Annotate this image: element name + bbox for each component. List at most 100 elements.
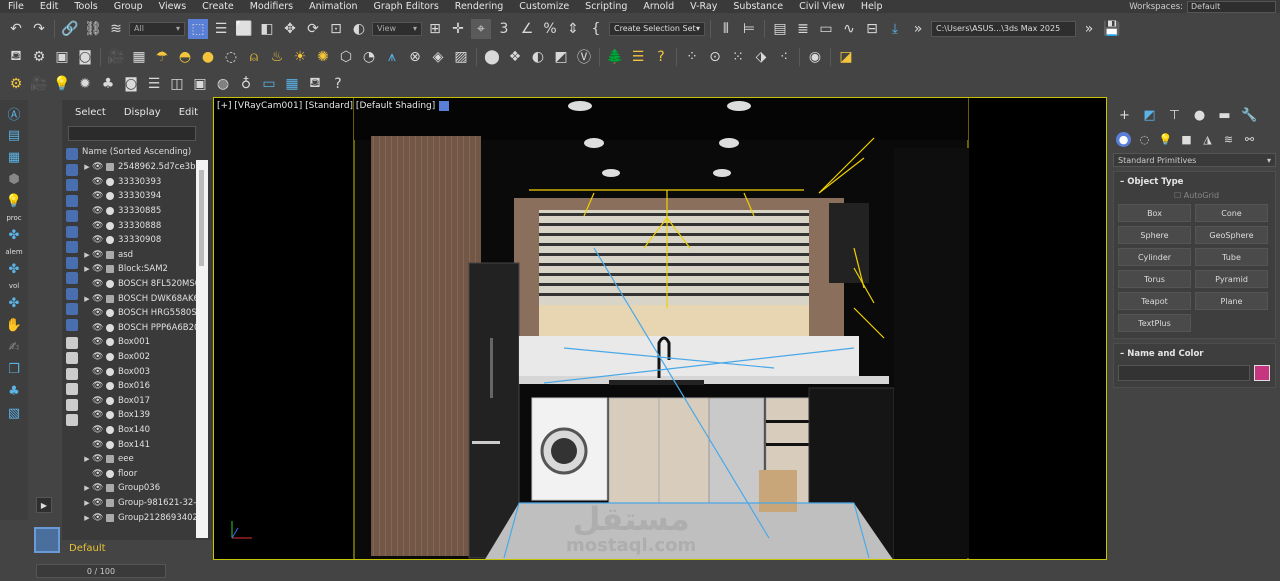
visibility-eye-icon[interactable]: 👁 <box>92 177 104 187</box>
arnold-list-icon[interactable]: ☰ <box>144 74 164 94</box>
toggle-ribbon-icon[interactable]: ▭ <box>816 19 836 39</box>
expand-arrow-icon[interactable]: ▶ <box>82 265 92 273</box>
mirror-icon[interactable]: ⫴ <box>716 19 736 39</box>
viewport[interactable]: [+] [VRayCam001] [Standard] [Default Sha… <box>213 97 1107 560</box>
visibility-eye-icon[interactable]: 👁 <box>92 469 104 479</box>
tree-icon[interactable]: ♣ <box>4 382 24 400</box>
vray-material-icon[interactable]: ◐ <box>528 47 548 67</box>
selection-filter-dropdown[interactable]: All ▾ <box>129 21 185 36</box>
tab-edit[interactable]: Edit <box>179 107 198 118</box>
scene-row[interactable]: ▶ 👁 Group036 <box>82 481 208 496</box>
scrollbar-thumb[interactable] <box>199 170 204 266</box>
visibility-eye-icon[interactable]: 👁 <box>92 294 104 304</box>
unlink-icon[interactable]: ⛓ <box>83 19 103 39</box>
arnold-material-icon[interactable]: ◙ <box>121 74 141 94</box>
menu-substance[interactable]: Substance <box>725 1 791 12</box>
menu-tools[interactable]: Tools <box>66 1 105 12</box>
name-and-color-title[interactable]: – Name and Color <box>1114 344 1275 363</box>
cylinder-button[interactable]: Cylinder <box>1118 248 1191 266</box>
schematic-view-icon[interactable]: ⊟ <box>862 19 882 39</box>
motion-tab-icon[interactable]: ● <box>1191 107 1208 124</box>
menu-scripting[interactable]: Scripting <box>577 1 635 12</box>
play-animation-icon[interactable]: ▶ <box>36 497 52 513</box>
group-tool-icon[interactable]: ▦ <box>4 148 24 166</box>
light-tool-icon[interactable]: 💡 <box>4 192 24 210</box>
vray-dome-light-icon[interactable]: ◓ <box>175 47 195 67</box>
container-icon[interactable]: ❐ <box>4 360 24 378</box>
scene-row[interactable]: 👁 BOSCH HRG5580S <box>82 306 208 321</box>
visibility-eye-icon[interactable]: 👁 <box>92 483 104 493</box>
expand-arrow-icon[interactable]: ▶ <box>82 295 92 303</box>
visibility-eye-icon[interactable]: 👁 <box>92 440 104 450</box>
visibility-eye-icon[interactable]: 👁 <box>92 352 104 362</box>
geometry-icon[interactable]: ● <box>1116 132 1131 147</box>
object-color-swatch[interactable] <box>1254 365 1270 381</box>
display-cameras-icon[interactable] <box>66 194 78 207</box>
scene-row[interactable]: 👁 Box140 <box>82 423 208 438</box>
snaps-toggle-icon[interactable]: 3 <box>494 19 514 39</box>
workspaces-dropdown[interactable]: Default <box>1187 0 1276 13</box>
display-spacewarps-icon[interactable] <box>66 225 78 238</box>
arnold-ipr-icon[interactable]: 🎥 <box>29 74 49 94</box>
vray-sphere-icon[interactable]: ⬤ <box>482 47 502 67</box>
display-geometry-icon[interactable] <box>66 148 78 160</box>
overflow-icon[interactable]: » <box>908 19 928 39</box>
current-layer-box[interactable] <box>34 527 60 553</box>
menu-group[interactable]: Group <box>106 1 151 12</box>
visibility-eye-icon[interactable]: 👁 <box>92 498 104 508</box>
railclone-icon[interactable]: ⁘ <box>682 47 702 67</box>
rectangular-selection-icon[interactable]: ⬜ <box>234 19 254 39</box>
helpers-icon[interactable]: ◮ <box>1200 132 1215 147</box>
arnold-mat-ball-icon[interactable]: ◍ <box>213 74 233 94</box>
display-hidden-icon[interactable] <box>66 318 78 331</box>
expand-arrow-icon[interactable]: ▶ <box>82 484 92 492</box>
utilities-tab-icon[interactable]: 🔧 <box>1241 107 1258 124</box>
time-slider[interactable]: 0 / 100 <box>36 564 166 578</box>
percent-snap-icon[interactable]: % <box>540 19 560 39</box>
forest-pack-icon[interactable]: 🌲 <box>605 47 625 67</box>
pyramid-button[interactable]: Pyramid <box>1195 270 1268 288</box>
curve-editor-icon[interactable]: ∿ <box>839 19 859 39</box>
bind-spacewarp-icon[interactable]: ≋ <box>106 19 126 39</box>
menu-customize[interactable]: Customize <box>511 1 577 12</box>
place-icon[interactable]: ◐ <box>349 19 369 39</box>
cube-icon[interactable]: ⬢ <box>4 170 24 188</box>
railclone-style-icon[interactable]: ⁙ <box>728 47 748 67</box>
arnold-sphere-icon[interactable]: ◫ <box>167 74 187 94</box>
geosphere-button[interactable]: GeoSphere <box>1195 226 1268 244</box>
arnold-render-icon[interactable]: ⚙ <box>6 74 26 94</box>
vray-scatter-icon[interactable]: ❖ <box>505 47 525 67</box>
corona-icon[interactable]: ◉ <box>805 47 825 67</box>
teapot-button[interactable]: Teapot <box>1118 292 1191 310</box>
object-type-title[interactable]: – Object Type <box>1114 172 1275 191</box>
forest-help-icon[interactable]: ? <box>651 47 671 67</box>
select-rotate-icon[interactable]: ⟳ <box>303 19 323 39</box>
create-tab-icon[interactable]: + <box>1116 107 1133 124</box>
arnold-help-icon[interactable]: ? <box>328 74 348 94</box>
spinner-snap-icon[interactable]: ⇕ <box>563 19 583 39</box>
expand-arrow-icon[interactable]: ▶ <box>82 455 92 463</box>
visibility-eye-icon[interactable]: 👁 <box>92 513 104 523</box>
scene-row[interactable]: 👁 33330394 <box>82 189 208 204</box>
arnold-volume-icon[interactable]: ▭ <box>259 74 279 94</box>
menu-v-ray[interactable]: V-Ray <box>682 1 725 12</box>
layer-explorer-icon[interactable]: ≣ <box>793 19 813 39</box>
save-file-icon[interactable]: 💾 <box>1102 19 1122 39</box>
folder-icon[interactable] <box>66 414 78 426</box>
visibility-eye-icon[interactable]: 👁 <box>92 308 104 318</box>
align-icon[interactable]: ⊨ <box>739 19 759 39</box>
material-editor-icon[interactable]: ⤓ <box>885 19 905 39</box>
scene-row[interactable]: 👁 Box017 <box>82 394 208 409</box>
arnold-light-icon[interactable]: 💡 <box>52 74 72 94</box>
visibility-eye-icon[interactable]: 👁 <box>92 206 104 216</box>
display-shapes-icon[interactable] <box>66 163 78 176</box>
visibility-eye-icon[interactable]: 👁 <box>92 221 104 231</box>
display-lights-icon[interactable] <box>66 179 78 191</box>
paint-icon[interactable]: ✍ <box>4 338 24 356</box>
visibility-eye-icon[interactable]: 👁 <box>92 323 104 333</box>
tube-button[interactable]: Tube <box>1195 248 1268 266</box>
multitexture-icon[interactable]: ⁖ <box>774 47 794 67</box>
vray-frame-buffer-icon[interactable]: ▦ <box>129 47 149 67</box>
plugin-icon[interactable]: ◪ <box>836 47 856 67</box>
viewport-label[interactable]: [+] [VRayCam001] [Standard] [Default Sha… <box>217 101 450 111</box>
